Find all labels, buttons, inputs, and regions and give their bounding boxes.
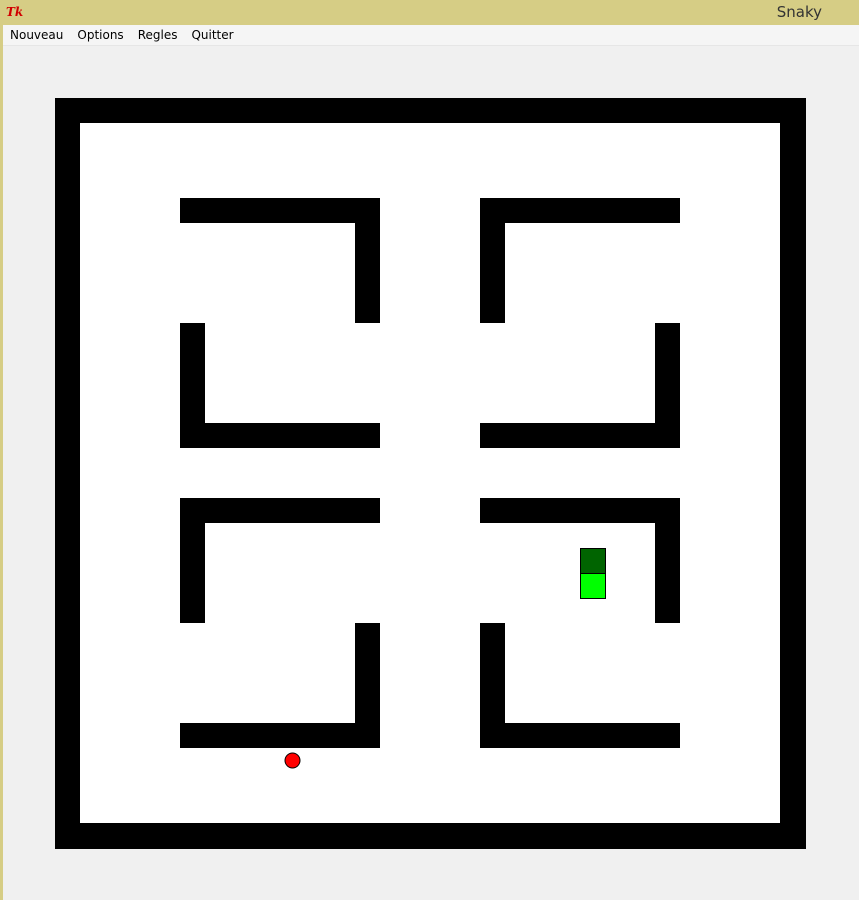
maze-wall	[355, 198, 380, 323]
maze-wall	[480, 423, 680, 448]
border-wall	[55, 98, 806, 123]
menu-regles[interactable]: Regles	[131, 25, 185, 45]
snake-head	[580, 548, 606, 574]
maze-wall	[180, 198, 380, 223]
maze-wall	[480, 498, 680, 523]
maze-wall	[180, 423, 380, 448]
game-canvas[interactable]	[55, 98, 806, 849]
menu-nouveau[interactable]: Nouveau	[3, 25, 70, 45]
tk-feather-icon: Tk	[6, 5, 24, 19]
window-titlebar: Tk Snaky	[0, 0, 859, 25]
maze-wall	[480, 198, 505, 323]
border-wall	[780, 98, 806, 849]
snake-body-segment	[580, 573, 606, 599]
menu-options[interactable]: Options	[70, 25, 130, 45]
game-board[interactable]	[55, 98, 806, 849]
maze-wall	[180, 723, 380, 748]
board-floor	[55, 98, 806, 849]
menu-bar: Nouveau Options Regles Quitter	[3, 25, 859, 46]
window-title: Snaky	[776, 3, 822, 21]
maze-wall	[480, 198, 680, 223]
window-left-border	[0, 25, 3, 900]
menu-quitter[interactable]: Quitter	[184, 25, 240, 45]
border-wall	[55, 98, 80, 849]
maze-wall	[180, 498, 380, 523]
maze-wall	[480, 723, 680, 748]
maze-wall	[180, 498, 205, 623]
maze-wall	[655, 498, 680, 623]
food-apple	[284, 752, 301, 769]
border-wall	[55, 823, 806, 849]
